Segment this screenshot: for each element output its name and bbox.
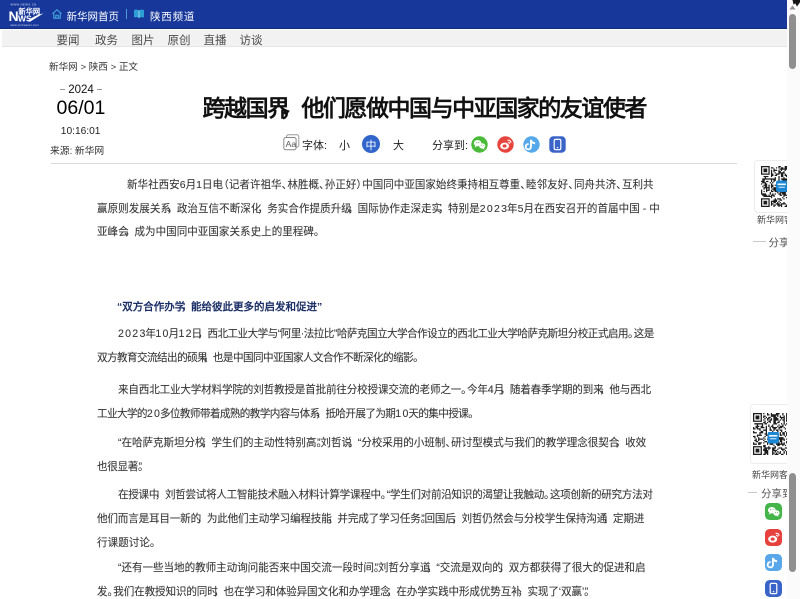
svg-text:www.xinhuanet.com: www.xinhuanet.com <box>11 23 39 27</box>
svg-text:WS: WS <box>18 14 32 24</box>
svg-text:Aa: Aa <box>286 139 297 149</box>
svg-text:WWW.NEWS.CN: WWW.NEWS.CN <box>11 3 37 7</box>
